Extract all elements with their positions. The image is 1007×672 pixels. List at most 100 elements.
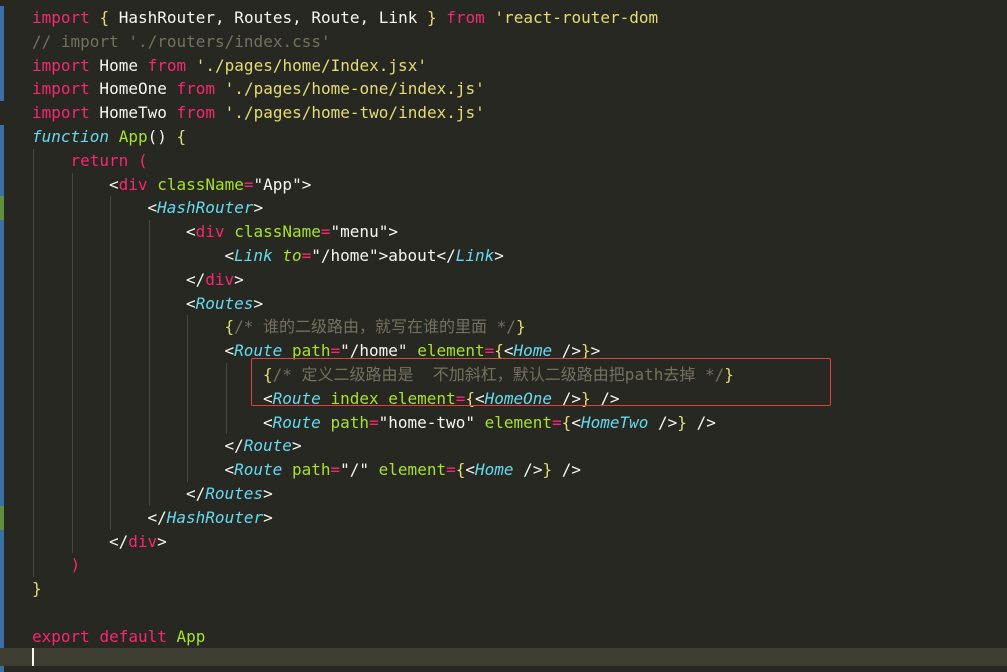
code-token: =: [552, 413, 562, 432]
code-token: [90, 8, 100, 27]
code-line: ): [71, 553, 1007, 577]
code-token: HomeOne: [90, 79, 177, 98]
code-token: <: [571, 413, 581, 432]
code-token: [485, 8, 495, 27]
code-token: Link: [234, 246, 273, 265]
code-line: <div className="App">: [109, 173, 1007, 197]
code-token: Route: [273, 413, 321, 432]
code-token: import: [32, 8, 90, 27]
code-token: <: [225, 341, 235, 360]
code-token: element: [379, 460, 446, 479]
code-token: Route: [234, 460, 282, 479]
code-token: HashRouter: [157, 198, 253, 217]
code-token: >: [292, 436, 302, 455]
code-line: {/* 谁的二级路由，就写在谁的里面 */}: [225, 315, 1007, 339]
code-token: HomeTwo: [90, 103, 177, 122]
code-token: <: [263, 413, 273, 432]
code-token: />: [687, 413, 716, 432]
code-token: =: [302, 246, 312, 265]
code-line: import Home from './pages/home/Index.jsx…: [32, 54, 1007, 78]
code-token: div: [205, 270, 234, 289]
code-token: (): [148, 127, 177, 146]
code-token: [321, 413, 331, 432]
code-token: [109, 127, 119, 146]
code-line: </div>: [186, 268, 1007, 292]
code-line: </div>: [109, 530, 1007, 554]
code-token: <: [225, 460, 235, 479]
code-token: [282, 460, 292, 479]
code-token: =: [321, 222, 331, 241]
code-token: [215, 79, 225, 98]
code-line: <Route path="/" element={<Home />} />: [225, 458, 1007, 482]
code-token: path: [292, 460, 331, 479]
indent-guide: [72, 173, 73, 554]
code-token: />: [552, 460, 581, 479]
code-token: </: [186, 270, 205, 289]
text-cursor: [32, 648, 34, 666]
code-line: </HashRouter>: [148, 506, 1007, 530]
code-token: './pages/home-two/index.js': [225, 103, 485, 122]
code-token: import: [32, 103, 90, 122]
code-token: >: [253, 294, 263, 313]
code-token: [128, 151, 138, 170]
code-token: div: [119, 175, 148, 194]
code-token: >: [234, 270, 244, 289]
indent-guide: [187, 315, 188, 482]
code-token: >: [263, 484, 273, 503]
code-token: </: [109, 532, 128, 551]
indent-guide: [110, 196, 111, 529]
code-line: import HomeTwo from './pages/home-two/in…: [32, 101, 1007, 125]
code-token: /* 谁的二级路由，就写在谁的里面 */: [234, 317, 516, 336]
code-token: />: [514, 460, 543, 479]
code-token: './pages/home-one/index.js': [225, 79, 485, 98]
code-token: import: [32, 56, 90, 75]
code-line: <Route path="home-two" element={<HomeTwo…: [263, 411, 1007, 435]
code-token: </: [148, 508, 167, 527]
code-line: </Route>: [225, 434, 1007, 458]
code-token: "/home">about</: [311, 246, 456, 265]
code-line: </Routes>: [186, 482, 1007, 506]
code-token: "App">: [254, 175, 312, 194]
code-line: export default App: [32, 625, 1007, 649]
code-token: "menu">: [331, 222, 398, 241]
code-token: return: [71, 151, 129, 170]
code-line: <Routes>: [186, 292, 1007, 316]
code-token: }: [516, 317, 526, 336]
code-token: className: [234, 222, 321, 241]
code-token: =: [330, 460, 340, 479]
code-token: "home-two": [379, 413, 485, 432]
code-token: "/": [340, 460, 379, 479]
code-token: [186, 56, 196, 75]
code-token: HashRouter: [167, 508, 263, 527]
code-token: function: [32, 127, 109, 146]
code-line: [32, 601, 1007, 625]
code-token: >: [157, 532, 167, 551]
gutter-change-marker: [0, 196, 4, 220]
code-token: div: [128, 532, 157, 551]
code-token: <: [186, 222, 196, 241]
code-token: // import './routers/index.css': [32, 32, 331, 51]
code-token: }: [427, 8, 437, 27]
code-token: Link: [456, 246, 495, 265]
code-token: {: [225, 317, 235, 336]
code-token: from: [177, 79, 216, 98]
gutter-change-marker: [0, 125, 4, 196]
code-token: Home: [475, 460, 514, 479]
code-token: >: [263, 508, 273, 527]
code-token: [225, 222, 235, 241]
code-token: Route: [244, 436, 292, 455]
gutter-change-marker: [0, 220, 4, 506]
code-line: <Link to="/home">about</Link>: [225, 244, 1007, 268]
code-token: </: [186, 484, 205, 503]
code-token: =: [244, 175, 254, 194]
code-token: =: [446, 460, 456, 479]
code-token: =: [369, 413, 379, 432]
code-line: <div className="menu">: [186, 220, 1007, 244]
code-editor[interactable]: import { HashRouter, Routes, Route, Link…: [0, 0, 1007, 666]
code-token: }: [677, 413, 687, 432]
code-line: import HomeOne from './pages/home-one/in…: [32, 77, 1007, 101]
code-token: element: [485, 413, 552, 432]
code-token: <: [465, 460, 475, 479]
code-token: div: [196, 222, 225, 241]
code-token: (: [138, 151, 148, 170]
